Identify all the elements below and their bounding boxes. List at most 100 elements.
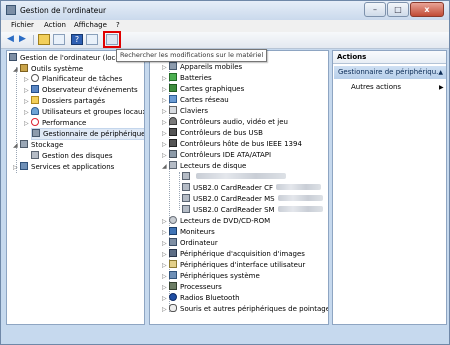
device-item-lecteurs-disque[interactable]: ◢ Lecteurs de disque: [162, 161, 246, 171]
device-item-dvd[interactable]: ▷ Lecteurs de DVD/CD-ROM: [162, 216, 270, 226]
device-label: Contrôleurs IDE ATA/ATAPI: [180, 151, 272, 159]
redacted-text: [277, 206, 323, 212]
expand-arrow-icon[interactable]: ▷: [162, 228, 169, 238]
view-icon[interactable]: [86, 34, 98, 45]
processor-icon: [169, 282, 177, 290]
expand-arrow-icon[interactable]: ▷: [162, 261, 169, 271]
device-item-usb[interactable]: ▷ Contrôleurs de bus USB: [162, 128, 263, 138]
device-label: Contrôleurs de bus USB: [180, 129, 263, 137]
audio-icon: [169, 117, 177, 125]
actions-device-manager[interactable]: Gestionnaire de périphériqu... ▲: [334, 66, 446, 79]
device-label: Souris et autres périphériques de pointa…: [180, 305, 329, 313]
tree-item-services[interactable]: ▷ Services et applications: [13, 162, 114, 172]
tree-guide: [16, 67, 17, 173]
minimize-button[interactable]: –: [364, 2, 386, 17]
device-item-ide[interactable]: ▷ Contrôleurs IDE ATA/ATAPI: [162, 150, 271, 160]
submenu-arrow-icon[interactable]: ▶: [439, 84, 444, 91]
tree-item-observateur[interactable]: ▷ Observateur d'événements: [24, 85, 138, 95]
computer-icon: [169, 238, 177, 246]
expand-arrow-icon[interactable]: ▷: [162, 151, 169, 161]
tree-item-dossiers[interactable]: ▷ Dossiers partagés: [24, 96, 105, 106]
expand-arrow-icon[interactable]: ▷: [24, 86, 31, 96]
device-item-cartes-reseau[interactable]: ▷ Cartes réseau: [162, 95, 229, 105]
tree-item-gestion-disques[interactable]: Gestion des disques: [31, 151, 113, 161]
bluetooth-icon: [169, 293, 177, 301]
tree-item-performance[interactable]: ▷ Performance: [24, 118, 86, 128]
maximize-button[interactable]: □: [387, 2, 409, 17]
device-label: Ordinateur: [180, 239, 218, 247]
storage-icon: [20, 140, 28, 148]
disk-item-sm[interactable]: USB2.0 CardReader SM: [182, 205, 323, 215]
menu-action[interactable]: Action: [44, 21, 66, 29]
performance-icon: [31, 118, 39, 126]
expand-arrow-icon[interactable]: ▷: [162, 283, 169, 293]
device-item-bluetooth[interactable]: ▷ Radios Bluetooth: [162, 293, 240, 303]
disk-item-cf[interactable]: USB2.0 CardReader CF: [182, 183, 322, 193]
expand-arrow-icon[interactable]: ▷: [162, 96, 169, 106]
tree-label: Gestionnaire de périphériques: [43, 130, 145, 138]
clock-icon: [31, 74, 39, 82]
expand-arrow-icon[interactable]: ▷: [162, 140, 169, 150]
device-item-cartes-graphiques[interactable]: ▷ Cartes graphiques: [162, 84, 244, 94]
tree-item-root[interactable]: Gestion de l'ordinateur (local): [9, 53, 124, 63]
expand-arrow-icon[interactable]: ▷: [162, 250, 169, 260]
tree-item-planificateur[interactable]: ▷ Planificateur de tâches: [24, 74, 122, 84]
help-icon[interactable]: ?: [71, 34, 83, 45]
forward-icon[interactable]: ▶: [19, 34, 26, 45]
device-item-claviers[interactable]: ▷ Claviers: [162, 106, 208, 116]
device-item-batteries[interactable]: ▷ Batteries: [162, 73, 212, 83]
expand-arrow-icon[interactable]: ▷: [162, 305, 169, 315]
device-item-systeme[interactable]: ▷ Périphériques système: [162, 271, 260, 281]
expand-arrow-icon[interactable]: ▷: [162, 118, 169, 128]
tree-item-outils[interactable]: ◢ Outils système: [13, 64, 83, 74]
device-item-audio[interactable]: ▷ Contrôleurs audio, vidéo et jeu: [162, 117, 288, 127]
collapse-arrow-icon[interactable]: ◢: [13, 65, 20, 75]
tree-label: Utilisateurs et groupes locaux: [42, 108, 145, 116]
tree-item-gestionnaire[interactable]: Gestionnaire de périphériques: [31, 128, 145, 140]
expand-arrow-icon[interactable]: ▷: [24, 75, 31, 85]
expand-arrow-icon[interactable]: ▷: [162, 74, 169, 84]
up-icon[interactable]: [38, 34, 50, 45]
tree-item-utilisateurs[interactable]: ▷ Utilisateurs et groupes locaux: [24, 107, 145, 118]
device-item-souris[interactable]: ▷ Souris et autres périphériques de point…: [162, 304, 329, 315]
expand-arrow-icon[interactable]: ▷: [162, 272, 169, 282]
device-item-moniteurs[interactable]: ▷ Moniteurs: [162, 227, 215, 237]
expand-arrow-icon[interactable]: ▷: [162, 129, 169, 139]
expand-arrow-icon[interactable]: ▷: [162, 294, 169, 304]
expand-arrow-icon[interactable]: ▷: [162, 217, 169, 227]
properties-icon[interactable]: [53, 34, 65, 45]
collapse-up-icon[interactable]: ▲: [438, 66, 443, 79]
menu-help[interactable]: ?: [116, 21, 120, 29]
other-actions-item[interactable]: Autres actions: [351, 83, 401, 91]
expand-arrow-icon[interactable]: ▷: [24, 97, 31, 107]
toolbar: ◀ ▶ ?: [1, 32, 449, 49]
expand-arrow-icon[interactable]: ▷: [162, 63, 169, 73]
device-item-ieee1394[interactable]: ▷ Contrôleurs hôte de bus IEEE 1394: [162, 139, 302, 149]
device-label: Radios Bluetooth: [180, 294, 240, 302]
expand-arrow-icon[interactable]: ▷: [13, 163, 20, 173]
expand-arrow-icon[interactable]: ▷: [162, 107, 169, 117]
expand-arrow-icon[interactable]: ▷: [162, 239, 169, 249]
disk-item-redacted[interactable]: [182, 172, 286, 182]
collapse-arrow-icon[interactable]: ◢: [162, 162, 169, 172]
redacted-text: [277, 195, 323, 201]
services-icon: [20, 162, 28, 170]
expand-arrow-icon[interactable]: ▷: [24, 108, 31, 118]
toolbar-tooltip: Rechercher les modifications sur le maté…: [116, 49, 268, 62]
tree-label: Observateur d'événements: [42, 86, 138, 94]
highlight-box: [103, 31, 121, 48]
device-item-hid[interactable]: ▷ Périphériques d'interface utilisateur: [162, 260, 305, 270]
menu-affichage[interactable]: Affichage: [74, 21, 107, 29]
expand-arrow-icon[interactable]: ▷: [162, 85, 169, 95]
collapse-arrow-icon[interactable]: ◢: [13, 141, 20, 151]
device-item-appareils[interactable]: ▷ Appareils mobiles: [162, 62, 242, 72]
disk-item-ms[interactable]: USB2.0 CardReader MS: [182, 194, 323, 204]
close-button[interactable]: x: [410, 2, 444, 17]
device-item-processeurs[interactable]: ▷ Processeurs: [162, 282, 222, 292]
device-item-acquisition[interactable]: ▷ Périphérique d'acquisition d'images: [162, 249, 305, 259]
tree-item-stockage[interactable]: ◢ Stockage: [13, 140, 63, 150]
expand-arrow-icon[interactable]: ▷: [24, 119, 31, 129]
device-item-ordinateur[interactable]: ▷ Ordinateur: [162, 238, 218, 248]
back-icon[interactable]: ◀: [7, 34, 14, 45]
menu-fichier[interactable]: Fichier: [11, 21, 34, 29]
